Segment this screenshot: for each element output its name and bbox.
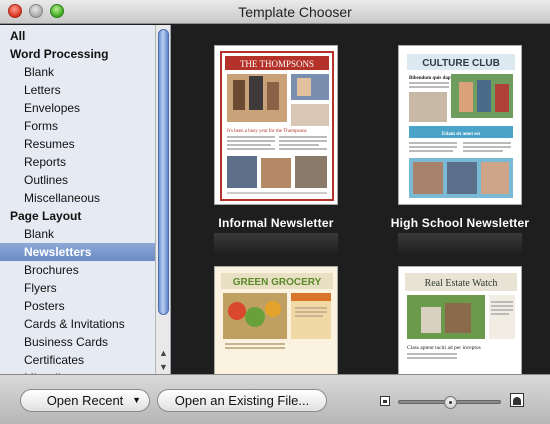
window-title: Template Chooser: [238, 4, 352, 20]
sidebar-item[interactable]: Cards & Invitations: [0, 315, 156, 333]
open-recent-label: Open Recent: [46, 393, 124, 408]
sidebar-item[interactable]: Flyers: [0, 279, 156, 297]
sidebar-item[interactable]: Certificates: [0, 351, 156, 369]
sidebar-item[interactable]: Brochures: [0, 261, 156, 279]
informal-newsletter-preview: THE THOMPSONS It's been a busy year for …: [215, 46, 337, 204]
thumb-title: GREEN GROCERY: [233, 277, 322, 288]
sidebar-category[interactable]: Word Processing: [0, 45, 156, 63]
thumb-title: THE THOMPSONS: [240, 59, 314, 69]
template-thumbnail[interactable]: THE THOMPSONS It's been a busy year for …: [214, 45, 338, 205]
template-grid: THE THOMPSONS It's been a busy year for …: [172, 25, 550, 374]
open-existing-file-button[interactable]: Open an Existing File...: [157, 389, 327, 412]
thumb-subtitle: Class aptent taciti ad per inceptos: [407, 345, 481, 351]
thumbnail-reflection: [214, 233, 338, 255]
sidebar-item[interactable]: Reports: [0, 153, 156, 171]
large-thumbnail-icon[interactable]: [510, 393, 524, 407]
high-school-newsletter-preview: CULTURE CLUB Bibendum quis dapibus Etiam…: [399, 46, 521, 204]
zoom-slider[interactable]: [398, 396, 501, 409]
real-estate-watch-preview: Real Estate Watch Class aptent taciti ad…: [399, 267, 521, 374]
sidebar-item[interactable]: Miscellaneous: [0, 189, 156, 207]
sidebar-item[interactable]: Envelopes: [0, 99, 156, 117]
title-bar: Template Chooser: [0, 0, 550, 24]
thumb-title: CULTURE CLUB: [422, 58, 500, 69]
thumbnail-reflection: [398, 233, 522, 255]
dropdown-arrow-icon: ▼: [132, 395, 141, 405]
sidebar-item[interactable]: Letters: [0, 81, 156, 99]
scroll-up-arrow-icon[interactable]: ▲: [156, 346, 170, 360]
sidebar-item[interactable]: Posters: [0, 297, 156, 315]
thumb-subtitle-2: Etiam sit amet est: [442, 132, 481, 137]
sidebar-category[interactable]: All: [0, 27, 156, 45]
thumb-subtitle: It's been a busy year for the Thompsons: [227, 129, 307, 134]
template-thumbnail[interactable]: CULTURE CLUB Bibendum quis dapibus Etiam…: [398, 45, 522, 205]
category-list: All Word Processing Blank Letters Envelopes F…: [0, 27, 156, 374]
sidebar-item[interactable]: Blank: [0, 225, 156, 243]
category-sidebar: All Word Processing Blank Letters Envelopes F…: [0, 25, 171, 374]
template-thumbnail[interactable]: GREEN GROCERY: [214, 266, 338, 374]
scroll-down-arrow-icon[interactable]: ▼: [156, 360, 170, 374]
sidebar-category[interactable]: Page Layout: [0, 207, 156, 225]
sidebar-item[interactable]: Newsletters: [0, 243, 156, 261]
open-existing-file-label: Open an Existing File...: [174, 393, 310, 408]
sidebar-item[interactable]: Blank: [0, 63, 156, 81]
sidebar-item[interactable]: Outlines: [0, 171, 156, 189]
bottom-toolbar: Open Recent ▼ Open an Existing File...: [0, 374, 550, 424]
template-thumbnail[interactable]: Real Estate Watch Class aptent taciti ad…: [398, 266, 522, 374]
sidebar-item[interactable]: Resumes: [0, 135, 156, 153]
template-label: Informal Newsletter: [218, 216, 334, 230]
small-thumbnail-icon[interactable]: [380, 396, 390, 406]
thumb-title: Real Estate Watch: [425, 278, 498, 289]
sidebar-item[interactable]: Forms: [0, 117, 156, 135]
template-label: High School Newsletter: [390, 216, 530, 230]
sidebar-item[interactable]: Business Cards: [0, 333, 156, 351]
zoom-slider-knob[interactable]: [444, 396, 457, 409]
scroll-thumb[interactable]: [158, 29, 169, 315]
sidebar-scrollbar[interactable]: ▲ ▼: [155, 25, 170, 374]
green-grocery-preview: GREEN GROCERY: [215, 267, 337, 374]
open-recent-button[interactable]: Open Recent ▼: [20, 389, 150, 412]
